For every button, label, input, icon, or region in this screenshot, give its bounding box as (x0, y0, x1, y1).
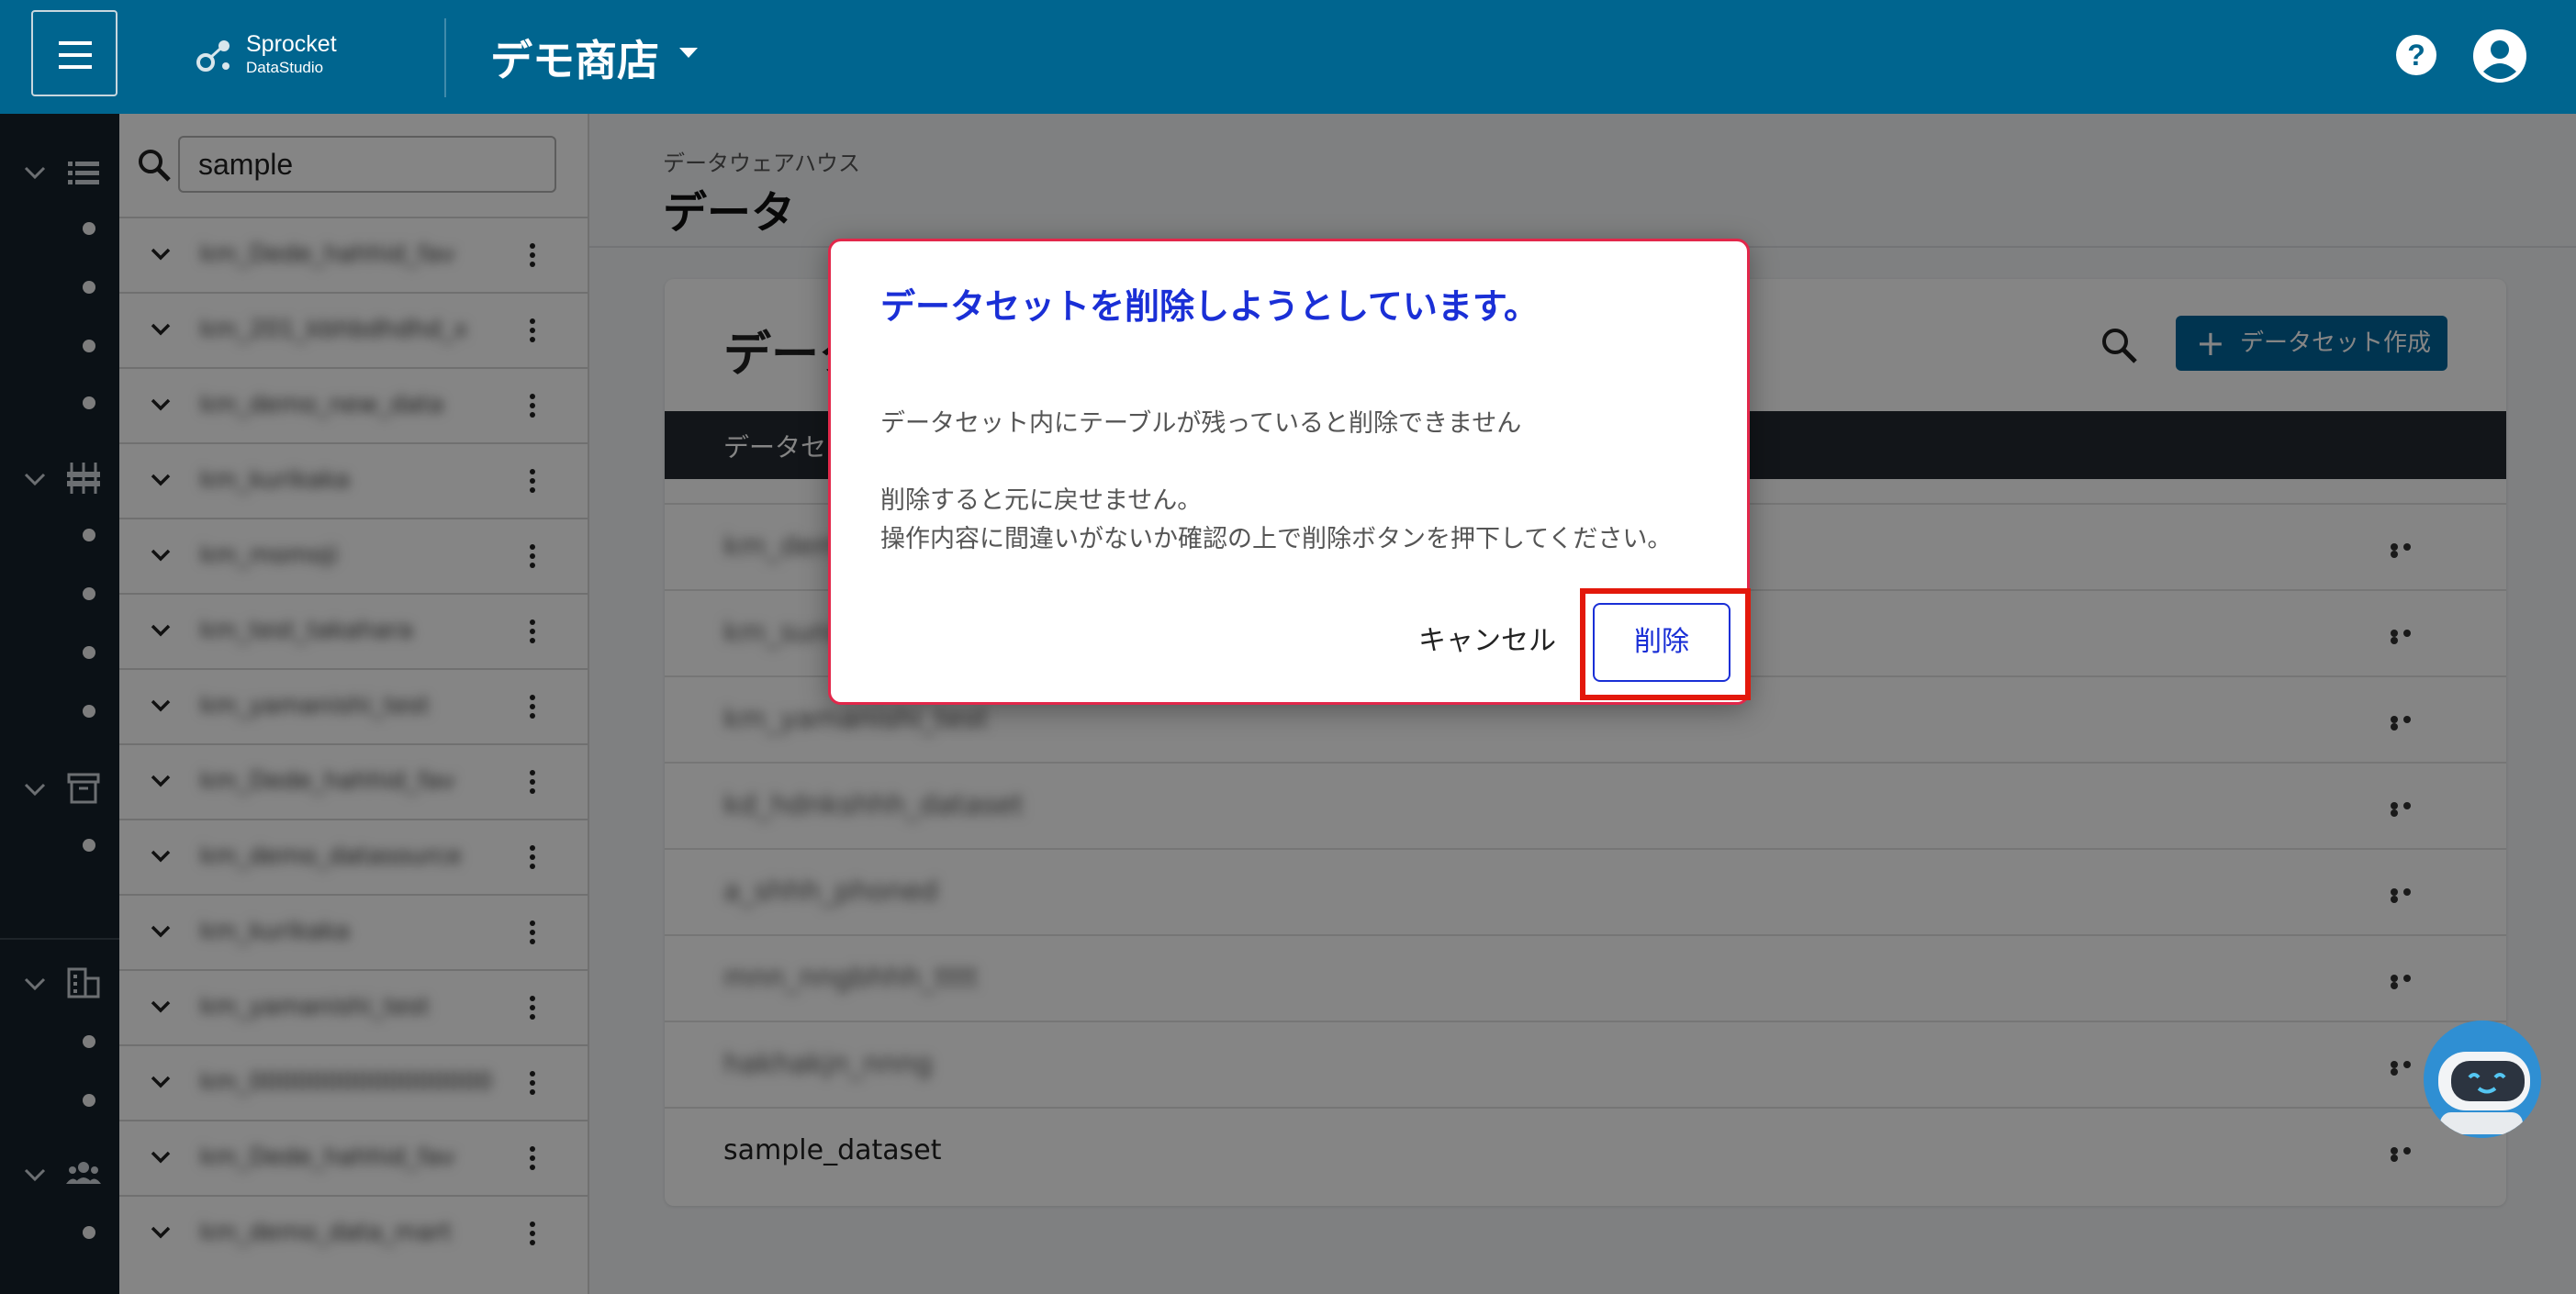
robot-icon (2424, 1021, 2541, 1138)
account-icon[interactable] (2473, 29, 2526, 83)
hamburger-icon (59, 41, 92, 45)
dialog-irreversible-note: 削除すると元に戻せません。 (880, 486, 1203, 515)
chatbot-button[interactable] (2424, 1021, 2541, 1138)
sprocket-logo-icon (196, 40, 230, 72)
delete-button[interactable]: 削除 (1593, 603, 1730, 682)
logo-name: Sprocket (246, 31, 337, 57)
store-selector[interactable]: デモ商店 (490, 28, 659, 88)
app-header: Sprocket DataStudio デモ商店 ? (0, 0, 2576, 114)
caret-down-icon[interactable] (679, 48, 698, 58)
dialog-instruction: 操作内容に間違いがないか確認の上で削除ボタンを押下してください。 (880, 525, 1673, 553)
header-divider (444, 18, 446, 97)
dialog-title: データセットを削除しようとしています。 (880, 286, 1540, 327)
menu-button[interactable] (31, 10, 118, 96)
delete-confirm-dialog: データセットを削除しようとしています。 データセット内にテーブルが残っていると削… (828, 239, 1751, 705)
cancel-button[interactable]: キャンセル (1418, 618, 1556, 658)
help-icon[interactable]: ? (2396, 35, 2436, 75)
dialog-warning: データセット内にテーブルが残っていると削除できません (880, 409, 1522, 438)
logo-subtitle: DataStudio (246, 59, 324, 76)
